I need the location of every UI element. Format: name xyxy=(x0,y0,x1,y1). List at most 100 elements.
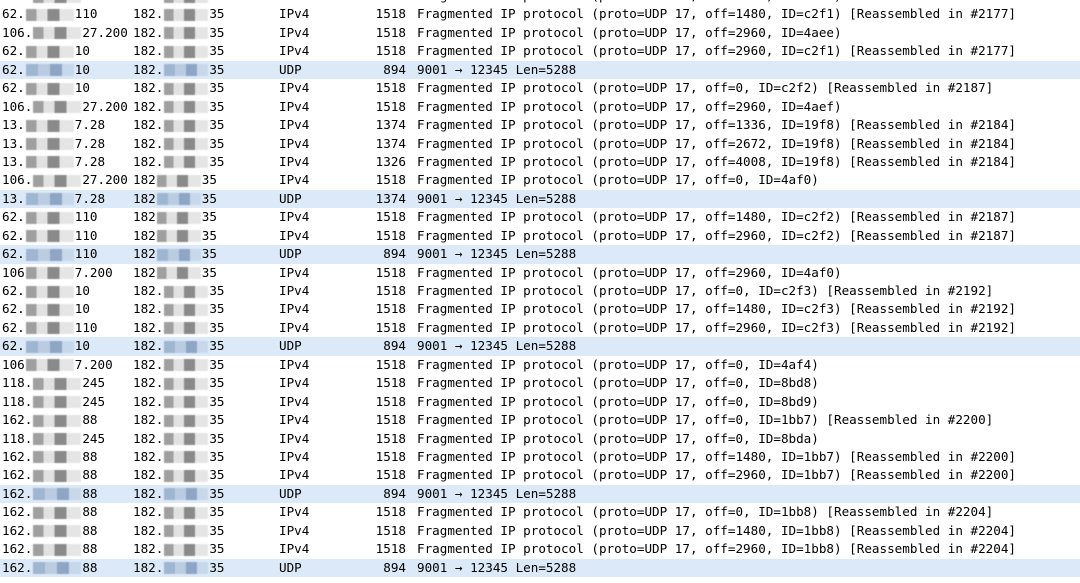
source-address: 62. 10 xyxy=(2,79,127,97)
length: 1518 xyxy=(375,375,406,391)
redaction-mosaic xyxy=(164,45,209,58)
destination-address-prefix: 182. xyxy=(133,448,164,464)
source-address-prefix: 162. xyxy=(2,559,33,575)
protocol: IPv4 xyxy=(279,227,310,243)
packet-row[interactable]: 62. 110 182 35 UDP 894 9001 → 12345 Len=52… xyxy=(0,245,1080,264)
destination-address-suffix: 35 xyxy=(201,264,217,280)
length: 1518 xyxy=(375,319,406,335)
source-address-suffix: 27.200 xyxy=(82,24,128,40)
protocol: IPv4 xyxy=(279,283,310,298)
length: 894 xyxy=(383,246,406,262)
packet-row[interactable]: 13. 7.28 182 35 UDP 1374 9001 → 12345 Len=… xyxy=(0,189,1080,209)
packet-row[interactable]: 118. 245 182. 35 IPv4 1518 Fragmented IP p… xyxy=(0,430,1080,448)
packet-row[interactable]: 162. 88 182. 35 IPv4 1518 Fragmented IP pr… xyxy=(0,466,1080,484)
destination-address-suffix: 35 xyxy=(209,356,225,372)
packet-row[interactable]: 162. 88 182. 35 IPv4 1518 Fragmented IP pr… xyxy=(0,411,1080,429)
destination-address-suffix: 35 xyxy=(209,430,225,446)
info: Fragmented IP protocol (proto=UDP 17, of… xyxy=(417,6,1016,22)
packet-row[interactable]: 13. 7.28 182. 35 IPv4 1374 Fragmented IP p… xyxy=(0,116,1080,134)
packet-row[interactable]: 62. 110 182. 35 IPv4 1518 Fragmented IP pr… xyxy=(0,5,1080,23)
destination-address-suffix: 35 xyxy=(209,0,224,3)
redaction-mosaic xyxy=(25,322,74,335)
source-address-suffix: 245 xyxy=(82,375,106,391)
source-address-suffix: 88 xyxy=(82,559,98,575)
length: 1374 xyxy=(375,190,406,206)
redaction-mosaic xyxy=(25,138,74,150)
packet-row[interactable]: 162. 88 182. 35 UDP 894 9001 → 12345 Len=5… xyxy=(0,484,1080,504)
packet-row[interactable]: 62. 10 182. 35 IPv4 1518 Fragmented IP pro… xyxy=(0,79,1080,97)
packet-row[interactable]: 106.27.200 182.35 IPv4 1518 Fragmented I… xyxy=(0,24,1080,42)
length: 1518 xyxy=(375,209,406,225)
redaction-mosaic xyxy=(25,64,74,77)
protocol: IPv4 xyxy=(279,80,310,96)
destination-address-prefix: 182. xyxy=(133,80,164,96)
packet-row[interactable]: 106 7.200 182 35 IPv4 1518 Fragmented IP p… xyxy=(0,264,1080,282)
packet-row[interactable]: 162. 88 182. 35 UDP 894 9001 → 12345 Len=5… xyxy=(0,558,1080,577)
source-address: 62. 10 xyxy=(2,42,127,60)
redaction-mosaic xyxy=(164,488,209,501)
redaction-mosaic xyxy=(33,488,82,501)
packet-row[interactable]: 13. 7.28 182. 35 IPv4 1374 Fragmented IP p… xyxy=(0,135,1080,153)
length: 1518 xyxy=(375,264,406,280)
destination-address-prefix: 182. xyxy=(133,467,164,483)
source-address: 106 7.200 xyxy=(2,356,127,374)
source-address-suffix: 245 xyxy=(82,393,106,409)
packet-row[interactable]: 118. 245 182. 35 IPv4 1518 Fragmented IP p… xyxy=(0,374,1080,392)
redaction-mosaic xyxy=(164,285,209,298)
packet-row[interactable]: 162. 88 182. 35 IPv4 1518 Fragmented IP pr… xyxy=(0,448,1080,466)
destination-address: 182.35 xyxy=(133,24,273,42)
packet-row[interactable]: 62. 110 182 35 IPv4 1518 Fragmented IP pro… xyxy=(0,227,1080,245)
redaction-mosaic xyxy=(164,322,209,335)
info: Fragmented IP protocol (proto=UDP 17, of… xyxy=(417,301,1016,317)
source-address: 162. 88 xyxy=(2,522,127,540)
protocol: UDP xyxy=(279,61,302,77)
destination-address: 182 35 xyxy=(133,227,273,245)
protocol: UDP xyxy=(279,338,302,354)
destination-address-prefix: 182. xyxy=(133,283,164,298)
length: 894 xyxy=(383,338,406,354)
length: 1518 xyxy=(375,301,406,317)
packet-row[interactable]: 62. 10 182. 35 IPv4 1518 Fragmented IP pro… xyxy=(0,42,1080,60)
redaction-mosaic xyxy=(33,414,82,427)
info: Fragmented IP protocol (proto=UDP 17, of… xyxy=(417,153,1016,169)
destination-address-prefix: 182. xyxy=(133,301,164,317)
packet-row[interactable]: 13. 7.28 182. 35 IPv4 1326 Fragmented IP p… xyxy=(0,153,1080,171)
source-address-prefix: 62. xyxy=(2,6,25,22)
packet-row[interactable]: 62. 10 182. 35 UDP 894 9001 → 12345 Len=52… xyxy=(0,60,1080,80)
packet-row[interactable]: 62. 10 182. 35 IPv4 1518 Fragmented IP pro… xyxy=(0,300,1080,318)
packet-row[interactable]: 162. 88 182. 35 IPv4 1518 Fragmented IP pr… xyxy=(0,522,1080,540)
destination-address: 182.35 xyxy=(133,116,273,134)
packet-row[interactable]: 62. 10 182. 35 UDP 894 9001 → 12345 Len=52… xyxy=(0,337,1080,356)
packet-row[interactable]: 118. 245 182. 35 IPv4 1518 Fragmented IP p… xyxy=(0,393,1080,411)
redaction-mosaic xyxy=(33,396,82,409)
source-address-suffix: 7.28 xyxy=(74,190,106,206)
source-address-prefix: 162. xyxy=(2,504,33,520)
source-address-prefix: 106 xyxy=(2,356,25,372)
packet-row[interactable]: 106. 27.200 182 35 IPv4 1518 Fragmented IP… xyxy=(0,171,1080,189)
destination-address-suffix: 35 xyxy=(209,283,225,298)
packet-row[interactable]: 62. 10 182. 35 IPv4 1518 Fragmented IP pro… xyxy=(0,282,1080,300)
destination-address-prefix: 182. xyxy=(133,117,164,133)
source-address-prefix: 62. xyxy=(2,209,25,225)
packet-row[interactable]: 62. 110 182 35 IPv4 1518 Fragmented IP pro… xyxy=(0,208,1080,226)
packet-list[interactable]: 106.27.200 182.35 IPv4 1518 Fragmented I… xyxy=(0,0,1080,583)
packet-row[interactable]: 162. 88 182. 35 IPv4 1518 Fragmented IP pr… xyxy=(0,540,1080,558)
redaction-mosaic xyxy=(164,359,209,372)
destination-address: 182.35 xyxy=(133,411,273,429)
packet-row[interactable]: 106 7.200 182. 35 IPv4 1518 Fragmented IP … xyxy=(0,356,1080,374)
info: 9001 → 12345 Len=5288 xyxy=(417,338,577,354)
destination-address-suffix: 35 xyxy=(209,24,225,40)
redaction-mosaic xyxy=(164,82,209,95)
destination-address-suffix: 35 xyxy=(209,504,225,520)
packet-row[interactable]: 106.27.200 182.35 IPv4 1518 Fragmented I… xyxy=(0,98,1080,116)
redaction-mosaic xyxy=(33,543,82,556)
source-address-suffix: 10 xyxy=(74,80,90,96)
length: 1518 xyxy=(375,80,406,96)
packet-row[interactable]: 62. 110 182. 35 IPv4 1518 Fragmented IP pr… xyxy=(0,319,1080,337)
protocol: UDP xyxy=(279,190,302,206)
packet-row[interactable]: 162. 88 182. 35 IPv4 1518 Fragmented IP pr… xyxy=(0,503,1080,521)
destination-address: 182.35 xyxy=(133,135,273,153)
redaction-mosaic xyxy=(25,82,74,95)
destination-address-suffix: 35 xyxy=(209,43,225,59)
redaction-mosaic xyxy=(164,138,209,150)
